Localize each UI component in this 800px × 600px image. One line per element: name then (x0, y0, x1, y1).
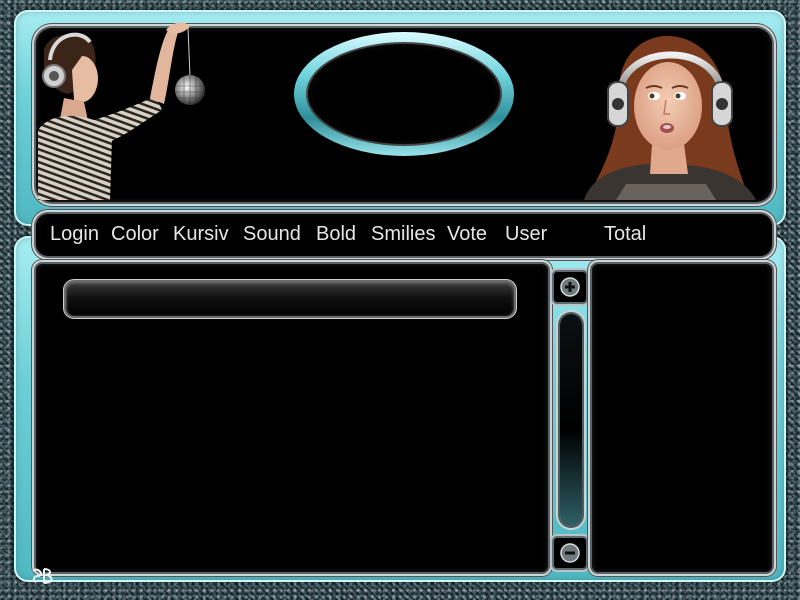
menu-color[interactable]: Color (111, 223, 159, 246)
chat-skin: Login Color Kursiv Sound Bold Smilies Vo… (0, 0, 800, 600)
user-list-panel[interactable] (592, 264, 772, 572)
menu-total[interactable]: Total (604, 223, 646, 246)
header-left-photo (38, 20, 208, 200)
menu-bold[interactable]: Bold (316, 223, 356, 246)
message-input[interactable] (66, 282, 514, 316)
scroll-up-button[interactable] (554, 272, 586, 302)
menu-user[interactable]: User (505, 223, 547, 246)
logo-oval-inner (308, 44, 500, 144)
menu-bar: Login Color Kursiv Sound Bold Smilies Vo… (36, 214, 772, 256)
logo-oval-frame (294, 32, 514, 156)
artist-signature (30, 566, 58, 591)
menu-login[interactable]: Login (50, 223, 99, 246)
scrollbar-track[interactable] (560, 314, 582, 526)
scroll-down-button[interactable] (554, 538, 586, 568)
header-right-photo (566, 34, 766, 200)
menu-smilies[interactable]: Smilies (371, 223, 435, 246)
menu-vote[interactable]: Vote (447, 223, 487, 246)
minus-circle-icon (560, 543, 580, 563)
menu-kursiv[interactable]: Kursiv (173, 223, 229, 246)
plus-circle-icon (560, 277, 580, 297)
menu-sound[interactable]: Sound (243, 223, 301, 246)
